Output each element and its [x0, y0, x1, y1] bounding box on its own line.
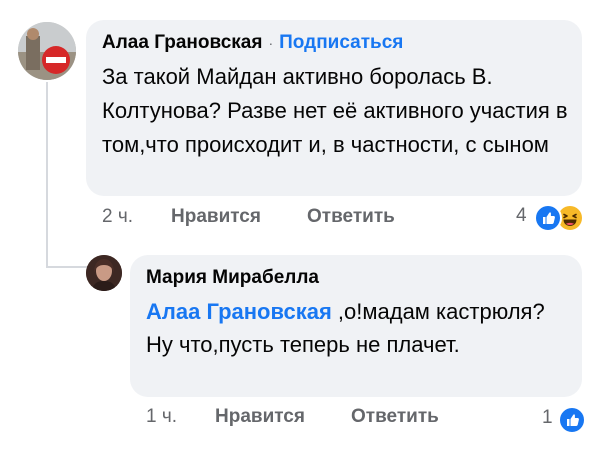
mention-link[interactable]: Алаа Грановская: [146, 299, 332, 324]
comment-timestamp[interactable]: 2 ч.: [102, 206, 133, 228]
separator-dot: ·: [268, 35, 274, 51]
avatar[interactable]: [86, 255, 122, 291]
thread-connector-horizontal: [46, 266, 88, 268]
comment-actions: 2 ч. Нравится Ответить: [102, 206, 582, 230]
reply-bubble: Мария Мирабелла Алаа Грановская ,о!мадам…: [130, 255, 582, 397]
reply-button[interactable]: Ответить: [307, 206, 395, 228]
author-name[interactable]: Алаа Грановская: [102, 32, 262, 53]
author-name[interactable]: Мария Мирабелла: [146, 267, 319, 288]
reaction-summary[interactable]: 4: [512, 202, 584, 232]
follow-button[interactable]: Подписаться: [279, 32, 403, 53]
comment-bubble: Алаа Грановская · Подписаться За такой Май…: [86, 20, 582, 196]
comment-text: За такой Майдан активно боролась В. Колт…: [102, 64, 568, 157]
like-icon: [558, 406, 586, 434]
reaction-count: 1: [542, 407, 553, 428]
like-button[interactable]: Нравится: [215, 406, 305, 428]
like-button[interactable]: Нравится: [171, 206, 261, 228]
reply-timestamp[interactable]: 1 ч.: [146, 406, 177, 428]
reaction-summary[interactable]: 1: [538, 404, 586, 434]
reply-header: Мария Мирабелла: [146, 267, 319, 289]
reply-actions: 1 ч. Нравится Ответить: [146, 406, 582, 430]
avatar-photo-icon: [18, 22, 76, 80]
avatar[interactable]: [18, 22, 76, 80]
comment-thread: Алаа Грановская · Подписаться За такой Май…: [0, 0, 600, 450]
reply-text: Алаа Грановская ,о!мадам кастрюля? Ну чт…: [146, 295, 576, 361]
avatar-photo-icon: [86, 255, 122, 291]
like-icon: [534, 204, 562, 232]
comment-header: Алаа Грановская · Подписаться: [102, 32, 403, 54]
reaction-count: 4: [516, 205, 527, 226]
reply-button[interactable]: Ответить: [351, 406, 439, 428]
thread-connector-vertical: [46, 82, 48, 268]
